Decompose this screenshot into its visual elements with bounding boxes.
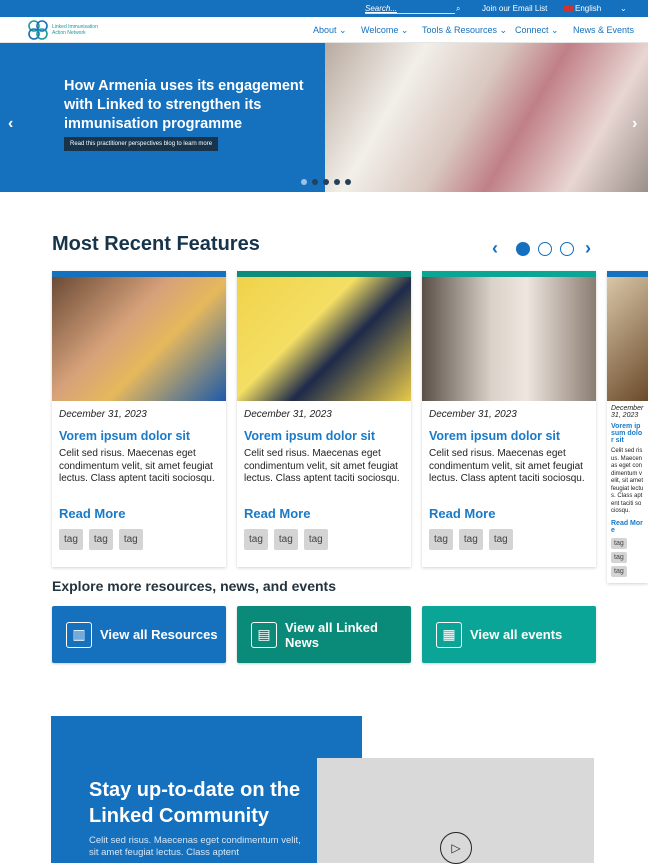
card-date: December 31, 2023 [611, 405, 644, 419]
logo-icon [28, 20, 48, 40]
slide-dot[interactable] [334, 179, 340, 185]
tag[interactable]: tag [429, 529, 453, 550]
tag[interactable]: tag [59, 529, 83, 550]
hero-image [325, 43, 648, 192]
tag[interactable]: tag [488, 529, 513, 550]
email-list-link[interactable]: Join our Email List [482, 4, 547, 13]
calendar-icon: ▦ [436, 621, 462, 648]
card-body: Celit sed risus. Maecenas eget condiment… [611, 448, 644, 514]
logo-text: Linked Immunisation Action Network [52, 24, 98, 36]
search-icon[interactable]: ⌕ [456, 4, 460, 14]
slide-dot[interactable] [312, 179, 318, 185]
read-more-link[interactable]: Read More [611, 520, 644, 534]
nav-tools-resources[interactable]: Tools & Resources ⌄ [422, 25, 507, 36]
tag[interactable]: tag [458, 529, 483, 550]
play-icon[interactable]: ▷ [440, 832, 472, 864]
slide-dot[interactable] [323, 179, 329, 185]
next-slide-icon[interactable]: › [632, 115, 637, 133]
card-date: December 31, 2023 [429, 409, 517, 420]
prev-slide-icon[interactable]: ‹ [8, 115, 13, 133]
carousel-next-icon[interactable]: › [585, 238, 591, 259]
read-more-link[interactable]: Read More [429, 506, 495, 521]
card-date: December 31, 2023 [59, 409, 147, 420]
tag[interactable]: tag [118, 529, 143, 550]
main-nav: Linked Immunisation Action Network About… [0, 17, 648, 43]
hero-title: How Armenia uses its engagement with Lin… [64, 78, 304, 132]
explore-title: Explore more resources, news, and events [52, 578, 337, 594]
library-icon: ▥ [66, 621, 92, 648]
card-title[interactable]: Vorem ipsum dolor sit [244, 429, 375, 443]
flag-icon [564, 6, 573, 12]
nav-connect[interactable]: Connect ⌄ [515, 25, 559, 36]
nav-news-events[interactable]: News & Events [573, 25, 634, 35]
card-title[interactable]: Vorem ipsum dolor sit [59, 429, 190, 443]
carousel-prev-icon[interactable]: ‹ [492, 238, 498, 259]
card-image [52, 271, 226, 401]
tag[interactable]: tag [611, 551, 627, 563]
view-resources-button[interactable]: ▥ View all Resources [52, 606, 226, 663]
tag[interactable]: tag [244, 529, 268, 550]
logo[interactable]: Linked Immunisation Action Network [27, 20, 107, 40]
chevron-down-icon[interactable]: ⌄ [620, 4, 627, 13]
top-bar: Search... ⌕ Join our Email List English … [0, 0, 648, 17]
card-image [607, 271, 648, 401]
view-news-button[interactable]: ▤ View all Linked News [237, 606, 411, 663]
tag[interactable]: tag [88, 529, 113, 550]
feature-card[interactable]: December 31, 2023 Vorem ipsum dolor sit … [422, 271, 596, 567]
feature-card[interactable]: December 31, 2023 Vorem ipsum dolor sit … [607, 271, 648, 583]
feature-card[interactable]: December 31, 2023 Vorem ipsum dolor sit … [52, 271, 226, 567]
newspaper-icon: ▤ [251, 621, 277, 648]
card-date: December 31, 2023 [244, 409, 332, 420]
tag[interactable]: tag [611, 537, 627, 549]
search-input[interactable]: Search... [365, 4, 455, 14]
carousel-dot[interactable] [516, 242, 530, 256]
card-image [422, 271, 596, 401]
slide-dot[interactable] [301, 179, 307, 185]
carousel-dot[interactable] [560, 242, 574, 256]
tag[interactable]: tag [303, 529, 328, 550]
nav-about[interactable]: About ⌄ [313, 25, 347, 36]
read-more-link[interactable]: Read More [244, 506, 310, 521]
card-body: Celit sed risus. Maecenas eget condiment… [244, 448, 400, 484]
community-body: Celit sed risus. Maecenas eget condiment… [89, 835, 301, 858]
nav-welcome[interactable]: Welcome ⌄ [361, 25, 408, 36]
section-title: Most Recent Features [52, 233, 260, 255]
card-image [237, 271, 411, 401]
card-body: Celit sed risus. Maecenas eget condiment… [429, 448, 585, 484]
view-events-button[interactable]: ▦ View all events [422, 606, 596, 663]
carousel-dot[interactable] [538, 242, 552, 256]
card-title[interactable]: Vorem ipsum dolor sit [611, 423, 644, 444]
card-title[interactable]: Vorem ipsum dolor sit [429, 429, 560, 443]
language-select[interactable]: English [575, 4, 601, 13]
slide-dot[interactable] [345, 179, 351, 185]
card-body: Celit sed risus. Maecenas eget condiment… [59, 448, 215, 484]
feature-card[interactable]: December 31, 2023 Vorem ipsum dolor sit … [237, 271, 411, 567]
tag[interactable]: tag [273, 529, 298, 550]
read-more-link[interactable]: Read More [59, 506, 125, 521]
community-title: Stay up-to-date on the Linked Community [89, 779, 301, 827]
tag[interactable]: tag [611, 565, 627, 577]
hero-cta-button[interactable]: Read this practitioner perspectives blog… [64, 137, 219, 151]
